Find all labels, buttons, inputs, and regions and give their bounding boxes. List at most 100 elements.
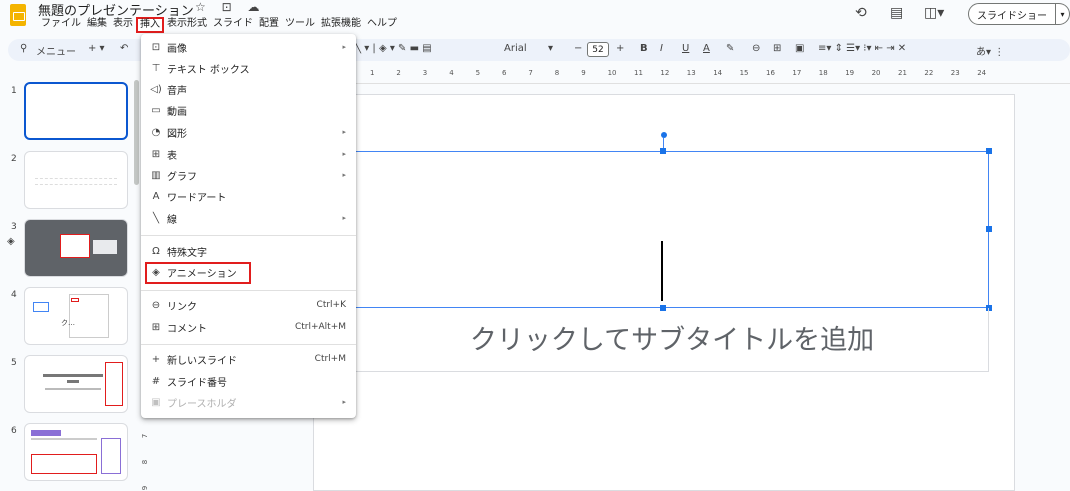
ruler-tick: 6 <box>502 69 507 77</box>
meet-icon[interactable]: ◫▾ <box>924 5 944 21</box>
menu-format[interactable]: 表示形式 <box>164 17 210 33</box>
search-icon[interactable]: ⚲ <box>20 43 27 54</box>
menu-search-label[interactable]: メニュー <box>36 43 76 58</box>
resize-handle[interactable] <box>986 148 992 154</box>
font-size-input[interactable]: 52 <box>587 42 609 57</box>
menu-separator <box>141 235 356 236</box>
menu-item-table[interactable]: ⊞ 表 ▸ <box>141 144 356 164</box>
font-size-increase[interactable]: + <box>616 43 624 54</box>
insert-menu: ⊡ 画像 ▸ ⊤ テキスト ボックス ◁) 音声 ▭ 動画 ◔ 図形 ▸ ⊞ 表… <box>141 34 356 418</box>
line-tool-icon[interactable]: ╲ ▾ | ◈ ▾ ✎ ▬ ▤ <box>355 43 432 54</box>
menu-item-image[interactable]: ⊡ 画像 ▸ <box>141 37 356 57</box>
ruler-tick: 14 <box>713 69 723 77</box>
slide-thumbnail[interactable] <box>24 423 128 481</box>
ruler-tick: 15 <box>739 69 749 77</box>
font-size-decrease[interactable]: − <box>574 43 582 54</box>
image-icon[interactable]: ▣ <box>795 43 804 54</box>
ruler-tick: 24 <box>977 69 987 77</box>
menu-item-line[interactable]: ╲ 線 ▸ <box>141 208 356 228</box>
slideshow-dropdown[interactable]: ▾ <box>1056 3 1070 25</box>
ruler-tick: 1 <box>370 69 375 77</box>
menu-item-slide-number[interactable]: # スライド番号 <box>141 371 356 391</box>
menu-item-video[interactable]: ▭ 動画 <box>141 100 356 120</box>
ruler-tick: 16 <box>766 69 775 77</box>
input-tools-icon[interactable]: あ▾ ⋮ <box>976 43 1004 58</box>
ruler-tick: 23 <box>950 69 960 77</box>
ruler-tick: 8 <box>554 69 560 77</box>
menu-edit[interactable]: 編集 <box>84 17 110 33</box>
menu-item-new-slide[interactable]: + 新しいスライド Ctrl+M <box>141 349 356 369</box>
slide-thumbnail[interactable] <box>24 151 128 209</box>
ruler-tick: 19 <box>845 69 855 77</box>
menu-item-chart[interactable]: ▥ グラフ ▸ <box>141 165 356 185</box>
menu-file[interactable]: ファイル <box>38 17 84 33</box>
menu-item-special-chars[interactable]: Ω 特殊文字 <box>141 241 356 261</box>
submenu-arrow-icon: ▸ <box>342 150 346 158</box>
slide-number: 4 <box>11 290 17 300</box>
menu-view[interactable]: 表示 <box>110 17 136 33</box>
menu-bar: ファイル 編集 表示 挿入 表示形式 スライド 配置 ツール 拡張機能 ヘルプ <box>38 17 400 33</box>
ruler-tick: 9 <box>581 69 586 77</box>
slide-thumbnail[interactable] <box>24 355 128 413</box>
menu-item-comment[interactable]: ⊞ コメント Ctrl+Alt+M <box>141 317 356 337</box>
menu-item-placeholder: ▣ プレースホルダ ▸ <box>141 392 356 412</box>
menu-separator <box>141 344 356 345</box>
menu-insert[interactable]: 挿入 <box>136 17 164 33</box>
menu-extensions[interactable]: 拡張機能 <box>318 17 364 33</box>
image-icon: ⊡ <box>151 41 161 53</box>
menu-item-shape[interactable]: ◔ 図形 ▸ <box>141 122 356 142</box>
rotation-handle[interactable] <box>661 132 667 138</box>
comment-icon: ⊞ <box>151 321 161 333</box>
menu-item-textbox[interactable]: ⊤ テキスト ボックス <box>141 58 356 78</box>
ruler-tick: 22 <box>924 69 934 77</box>
menu-tools[interactable]: ツール <box>282 17 318 33</box>
font-dropdown-icon[interactable]: ▾ <box>548 43 553 54</box>
resize-handle[interactable] <box>986 226 992 232</box>
menu-item-audio[interactable]: ◁) 音声 <box>141 79 356 99</box>
filmstrip-scrollbar[interactable] <box>134 80 139 185</box>
italic-icon[interactable]: I <box>660 43 663 54</box>
ruler-tick: 4 <box>449 69 454 77</box>
subtitle-placeholder[interactable]: クリックしてサブタイトルを追加 <box>355 318 989 357</box>
submenu-arrow-icon: ▸ <box>342 398 346 406</box>
resize-handle[interactable] <box>660 148 666 154</box>
ruler-tick: 18 <box>818 69 828 77</box>
comment-add-icon[interactable]: ⊞ <box>773 43 781 54</box>
menu-help[interactable]: ヘルプ <box>364 17 400 33</box>
highlight-box <box>145 262 251 284</box>
title-actions[interactable]: ☆ ⊡ ☁ <box>195 0 265 14</box>
text-color-icon[interactable]: A <box>703 43 710 54</box>
comment-icon[interactable]: ▤ <box>890 5 903 21</box>
audio-icon: ◁) <box>150 83 162 95</box>
video-icon: ▭ <box>151 104 161 116</box>
slide-thumbnail[interactable] <box>24 82 128 140</box>
ruler-tick: 20 <box>871 69 881 77</box>
link-icon[interactable]: ⊖ <box>752 43 760 54</box>
menu-arrange[interactable]: 配置 <box>256 17 282 33</box>
new-slide-icon[interactable]: + ▾ <box>88 43 105 54</box>
bold-icon[interactable]: B <box>640 43 648 54</box>
menu-item-wordart[interactable]: A ワードアート <box>141 186 356 206</box>
submenu-arrow-icon: ▸ <box>342 128 346 136</box>
slideshow-button[interactable]: スライドショー <box>968 3 1056 25</box>
text-cursor <box>661 241 663 301</box>
slides-logo[interactable] <box>10 4 26 26</box>
submenu-arrow-icon: ▸ <box>342 43 346 51</box>
ruler-tick: 5 <box>475 69 481 77</box>
title-textbox[interactable] <box>355 151 989 308</box>
highlight-icon[interactable]: ✎ <box>726 43 734 54</box>
slide-thumbnail[interactable]: ク… <box>24 287 128 345</box>
submenu-arrow-icon: ▸ <box>342 214 346 222</box>
menu-separator <box>141 290 356 291</box>
history-icon[interactable]: ⟲ <box>855 5 867 21</box>
link-icon: ⊖ <box>151 299 161 311</box>
align-icon[interactable]: ≡▾ ⇕ ☰▾ ⁝▾ ⇤ ⇥ ✕ <box>818 43 906 54</box>
underline-icon[interactable]: U <box>682 43 689 54</box>
undo-icon[interactable]: ↶ <box>120 43 128 54</box>
hash-icon: # <box>151 375 161 387</box>
menu-item-link[interactable]: ⊖ リンク Ctrl+K <box>141 295 356 315</box>
slide-thumbnail[interactable] <box>24 219 128 277</box>
font-name[interactable]: Arial <box>504 43 527 54</box>
ruler-tick: 10 <box>607 69 617 77</box>
menu-slide[interactable]: スライド <box>210 17 256 33</box>
